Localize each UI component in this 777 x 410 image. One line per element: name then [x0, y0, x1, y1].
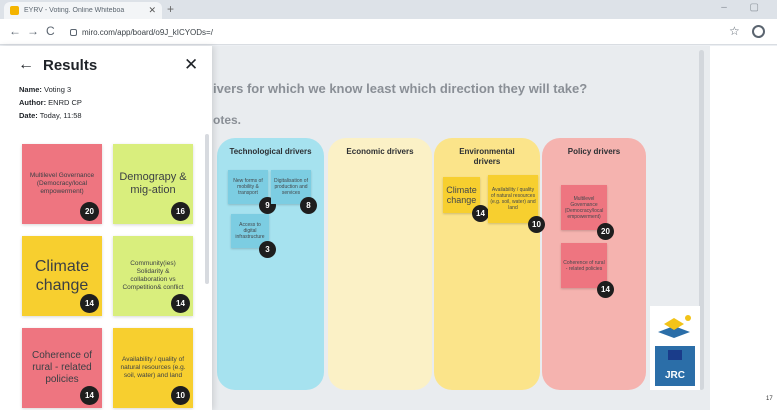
eu-flag-icon: [668, 350, 682, 360]
vote-count-badge: 14: [597, 281, 614, 298]
column-title: Technological drivers: [229, 147, 312, 156]
bookmark-star-icon[interactable]: ☆: [729, 24, 740, 38]
result-card[interactable]: Coherence of rural - related policies 14: [22, 328, 102, 408]
card-text: Multilevel Governance (Democracy/local e…: [29, 172, 95, 195]
url-text: miro.com/app/board/o9J_kICYODs=/: [82, 28, 213, 37]
vote-count-badge: 8: [300, 197, 317, 214]
tab-close-icon[interactable]: ✕: [148, 5, 156, 16]
results-panel: ← Results ✕ Name: Voting 3 Author: ENRD …: [0, 46, 212, 410]
board-heading: ivers for which we know least which dire…: [213, 81, 588, 96]
back-arrow-icon[interactable]: ←: [9, 24, 21, 38]
sticky-note[interactable]: Availability / quality of natural resour…: [488, 175, 538, 223]
url-field[interactable]: miro.com/app/board/o9J_kICYODs=/: [70, 24, 710, 41]
card-text: Community(ies) Solidarity & collaboratio…: [122, 260, 184, 291]
vote-count-badge: 20: [597, 223, 614, 240]
eu-program-logo-icon: [658, 315, 691, 338]
tab-title: EYRV - Voting. Online Whiteboa: [24, 7, 125, 14]
vote-count-badge: 14: [472, 205, 489, 222]
meta-date: Date: Today, 11:58: [19, 111, 82, 120]
corner-number: 17: [766, 396, 773, 402]
profile-icon[interactable]: [752, 25, 765, 38]
new-tab-button[interactable]: +: [167, 2, 174, 16]
card-text: Coherence of rural - related policies: [31, 350, 93, 385]
board-side-area: [710, 46, 777, 410]
vote-count-badge: 20: [80, 202, 99, 221]
column-title: Economic drivers: [346, 147, 414, 156]
column-title: Environmental drivers: [459, 147, 515, 166]
vote-count-badge: 10: [171, 386, 190, 405]
address-bar: ← → C miro.com/app/board/o9J_kICYODs=/ ☆: [0, 19, 777, 45]
vote-count-badge: 14: [171, 294, 190, 313]
browser-tab-bar: EYRV - Voting. Online Whiteboa ✕ + – ▢: [0, 0, 777, 19]
result-card[interactable]: Demograpy & mig-ation 16: [113, 144, 193, 224]
meta-author: Author: ENRD CP: [19, 98, 82, 107]
panel-scrollbar[interactable]: [205, 134, 209, 284]
result-card[interactable]: Multilevel Governance (Democracy/local e…: [22, 144, 102, 224]
meta-name: Name: Voting 3: [19, 85, 72, 94]
vote-count-badge: 14: [80, 386, 99, 405]
result-card[interactable]: Climate change 14: [22, 236, 102, 316]
panel-title: Results: [43, 56, 98, 74]
forward-arrow-icon[interactable]: →: [27, 24, 39, 38]
card-text: Climate change: [34, 258, 90, 294]
close-icon[interactable]: ✕: [184, 55, 198, 75]
card-text: Demograpy & mig-ation: [119, 171, 187, 196]
back-arrow-icon[interactable]: ←: [18, 56, 34, 74]
column-title: Policy drivers: [567, 147, 621, 156]
miro-favicon-icon: [10, 6, 19, 15]
logo-area: JRC: [650, 306, 700, 390]
result-card[interactable]: Community(ies) Solidarity & collaboratio…: [113, 236, 193, 316]
reload-icon[interactable]: C: [46, 24, 55, 38]
lock-icon: [70, 29, 77, 36]
jrc-logo: JRC: [655, 346, 695, 386]
vote-count-badge: 16: [171, 202, 190, 221]
vote-count-badge: 3: [259, 241, 276, 258]
card-text: Availability / quality of natural resour…: [120, 356, 186, 379]
window-controls[interactable]: – ▢: [721, 2, 769, 13]
result-card[interactable]: Availability / quality of natural resour…: [113, 328, 193, 408]
vote-count-badge: 14: [80, 294, 99, 313]
panel-header: ← Results: [18, 56, 97, 74]
vote-count-badge: 10: [528, 216, 545, 233]
column-economic: Economic drivers: [328, 138, 432, 390]
board-subheading: otes.: [213, 113, 242, 127]
browser-tab[interactable]: EYRV - Voting. Online Whiteboa ✕: [4, 2, 162, 19]
